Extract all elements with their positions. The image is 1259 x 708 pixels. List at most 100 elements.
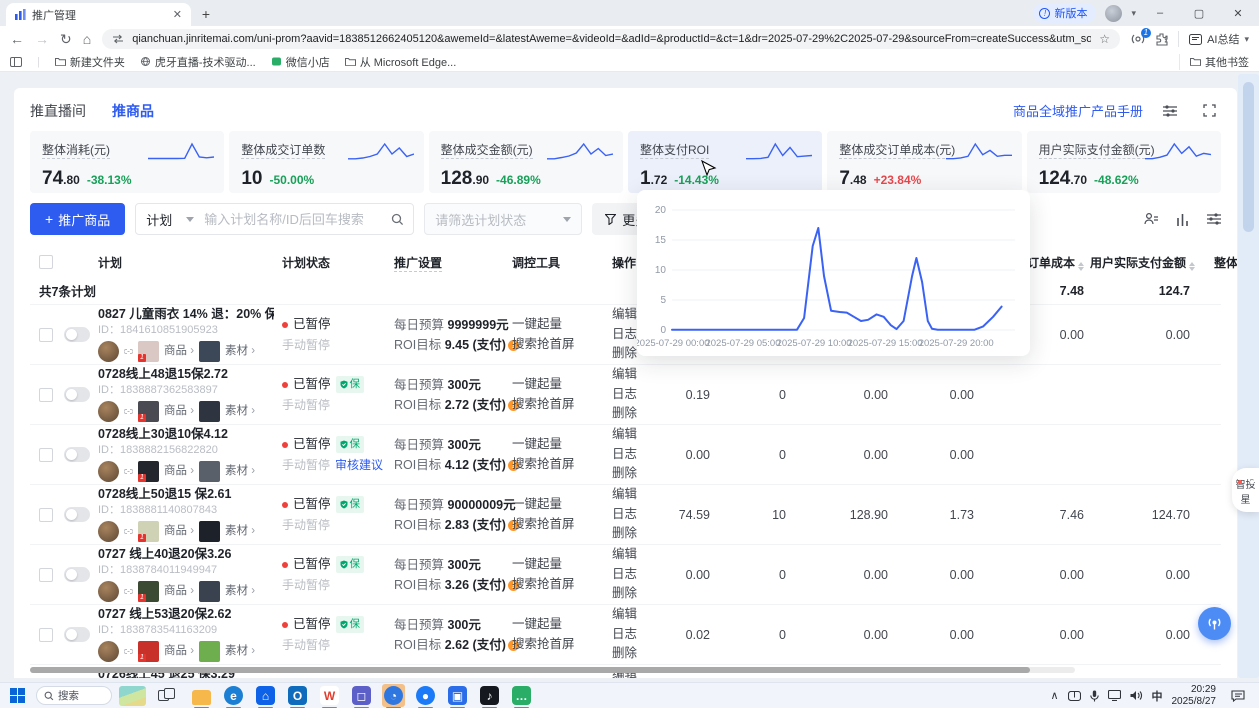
- plan-status-select[interactable]: 请筛选计划状态: [424, 203, 582, 235]
- op-link[interactable]: 编辑: [612, 605, 656, 624]
- op-link[interactable]: 删除: [612, 524, 656, 543]
- ai-summary-button[interactable]: AI总结 ▾: [1178, 31, 1249, 47]
- notification-center-icon[interactable]: [1231, 690, 1245, 702]
- product-manual-link[interactable]: 商品全域推广产品手册: [1013, 101, 1143, 120]
- ime-indicator[interactable]: 中: [1152, 688, 1163, 704]
- plan-title[interactable]: 0727 线上40退20保3.26: [98, 547, 274, 563]
- row-checkbox[interactable]: [39, 568, 53, 582]
- taskbar-app-app-blue[interactable]: ▣: [446, 684, 469, 707]
- task-view-button[interactable]: [158, 688, 175, 703]
- bookmark-item[interactable]: 微信小店: [271, 54, 330, 70]
- search-input[interactable]: [204, 212, 382, 227]
- search-scope-select[interactable]: 计划: [136, 210, 204, 229]
- columns-chart-icon[interactable]: [1176, 213, 1189, 226]
- new-version-button[interactable]: !新版本: [1033, 3, 1096, 23]
- tool-link[interactable]: 一键起量: [512, 375, 612, 394]
- taskbar-search[interactable]: 搜索: [36, 686, 112, 705]
- op-link[interactable]: 编辑: [612, 365, 656, 384]
- vertical-scrollbar-thumb[interactable]: [1243, 82, 1254, 232]
- tool-link[interactable]: 一键起量: [512, 315, 612, 334]
- page-tab-推商品[interactable]: 推商品: [112, 101, 154, 121]
- bookmark-item[interactable]: 从 Microsoft Edge...: [345, 54, 457, 70]
- row-checkbox[interactable]: [39, 448, 53, 462]
- profile-chevron-icon[interactable]: ▾: [1131, 8, 1136, 19]
- product-link[interactable]: 商品 ›: [164, 644, 194, 658]
- speaker-icon[interactable]: [1130, 690, 1143, 701]
- taskbar-app-qianchuan-browser[interactable]: ◔: [382, 684, 405, 707]
- taskbar-app-outlook[interactable]: O: [286, 684, 309, 707]
- tray-chevron-up-icon[interactable]: ∧: [1050, 689, 1058, 702]
- tab-close-icon[interactable]: ✕: [173, 8, 182, 21]
- review-suggestion-link[interactable]: 审核建议: [335, 458, 383, 472]
- row-checkbox[interactable]: [39, 388, 53, 402]
- assistant-widget[interactable]: 智投星: [1232, 468, 1259, 512]
- plan-title[interactable]: 0728线上50退15 保2.61: [98, 487, 274, 503]
- material-link[interactable]: 素材 ›: [225, 464, 255, 478]
- metric-card[interactable]: 整体成交订单数 10 -50.00%: [229, 131, 423, 193]
- metric-card[interactable]: 整体消耗(元) 74.80 -38.13%: [30, 131, 224, 193]
- op-link[interactable]: 日志: [612, 565, 656, 584]
- taskbar-app-app-blue-dot[interactable]: ●: [414, 684, 437, 707]
- product-link[interactable]: 商品 ›: [164, 464, 194, 478]
- column-settings-icon[interactable]: [1207, 213, 1221, 225]
- op-link[interactable]: 日志: [612, 445, 656, 464]
- row-enable-toggle[interactable]: [64, 627, 90, 642]
- op-link[interactable]: 删除: [612, 584, 656, 603]
- tool-link[interactable]: 搜索抢首屏: [512, 515, 612, 534]
- custom-person-icon[interactable]: [1144, 212, 1158, 226]
- material-link[interactable]: 素材 ›: [225, 524, 255, 538]
- bookmark-star-icon[interactable]: ☆: [1099, 32, 1110, 46]
- material-link[interactable]: 素材 ›: [225, 644, 255, 658]
- help-broadcast-button[interactable]: [1198, 607, 1231, 640]
- row-enable-toggle[interactable]: [64, 327, 90, 342]
- forward-button[interactable]: →: [35, 32, 49, 46]
- window-restore-button[interactable]: ▢: [1184, 7, 1214, 20]
- bookmark-item[interactable]: 虎牙直播-技术驱动...: [140, 54, 256, 70]
- op-link[interactable]: 日志: [612, 505, 656, 524]
- product-link[interactable]: 商品 ›: [164, 344, 194, 358]
- plan-title[interactable]: 0728线上48退15保2.72: [98, 367, 274, 383]
- op-link[interactable]: 编辑: [612, 545, 656, 564]
- tool-link[interactable]: 搜索抢首屏: [512, 575, 612, 594]
- row-checkbox[interactable]: [39, 508, 53, 522]
- touchpad-icon[interactable]: [1068, 691, 1081, 701]
- plan-title[interactable]: 0728线上30退10保4.12: [98, 427, 274, 443]
- metric-card[interactable]: 整体支付ROI 1.72 -14.43%: [628, 131, 822, 193]
- other-bookmarks-button[interactable]: 其他书签: [1179, 54, 1249, 70]
- col-header-metric-6[interactable]: 整体: [1196, 254, 1237, 271]
- taskbar-app-microsoft-store[interactable]: ⌂: [254, 684, 277, 707]
- sort-icon[interactable]: [1189, 262, 1195, 271]
- tool-link[interactable]: 搜索抢首屏: [512, 635, 612, 654]
- back-button[interactable]: ←: [10, 32, 24, 46]
- search-icon[interactable]: [382, 213, 413, 226]
- product-link[interactable]: 商品 ›: [164, 524, 194, 538]
- product-link[interactable]: 商品 ›: [164, 404, 194, 418]
- sort-icon[interactable]: [1078, 262, 1084, 271]
- op-link[interactable]: 编辑: [612, 485, 656, 504]
- material-link[interactable]: 素材 ›: [225, 404, 255, 418]
- display-settings-icon[interactable]: [1158, 99, 1182, 123]
- fullscreen-icon[interactable]: [1197, 99, 1221, 123]
- page-tab-推直播间[interactable]: 推直播间: [30, 101, 86, 121]
- metric-card[interactable]: 整体成交金额(元) 128.90 -46.89%: [429, 131, 623, 193]
- horizontal-scrollbar-thumb[interactable]: [30, 667, 1030, 673]
- tool-link[interactable]: 搜索抢首屏: [512, 395, 612, 414]
- select-all-checkbox[interactable]: [39, 255, 53, 269]
- network-display-icon[interactable]: [1108, 690, 1121, 701]
- browser-tab[interactable]: 推广管理 ✕: [6, 3, 191, 26]
- product-link[interactable]: 商品 ›: [164, 584, 194, 598]
- reload-button[interactable]: ↻: [60, 32, 72, 46]
- tool-link[interactable]: 一键起量: [512, 555, 612, 574]
- plan-title[interactable]: 0827 儿童雨衣 14% 退：20% 保：9.92: [98, 307, 274, 323]
- tool-link[interactable]: 一键起量: [512, 435, 612, 454]
- row-checkbox[interactable]: [39, 628, 53, 642]
- tool-link[interactable]: 一键起量: [512, 495, 612, 514]
- op-link[interactable]: 日志: [612, 625, 656, 644]
- taskbar-app-file-explorer[interactable]: [190, 684, 213, 707]
- new-tab-button[interactable]: +: [195, 3, 217, 25]
- material-link[interactable]: 素材 ›: [225, 584, 255, 598]
- op-link[interactable]: 删除: [612, 644, 656, 663]
- window-close-button[interactable]: ✕: [1223, 7, 1253, 20]
- tool-link[interactable]: 搜索抢首屏: [512, 335, 612, 354]
- row-enable-toggle[interactable]: [64, 567, 90, 582]
